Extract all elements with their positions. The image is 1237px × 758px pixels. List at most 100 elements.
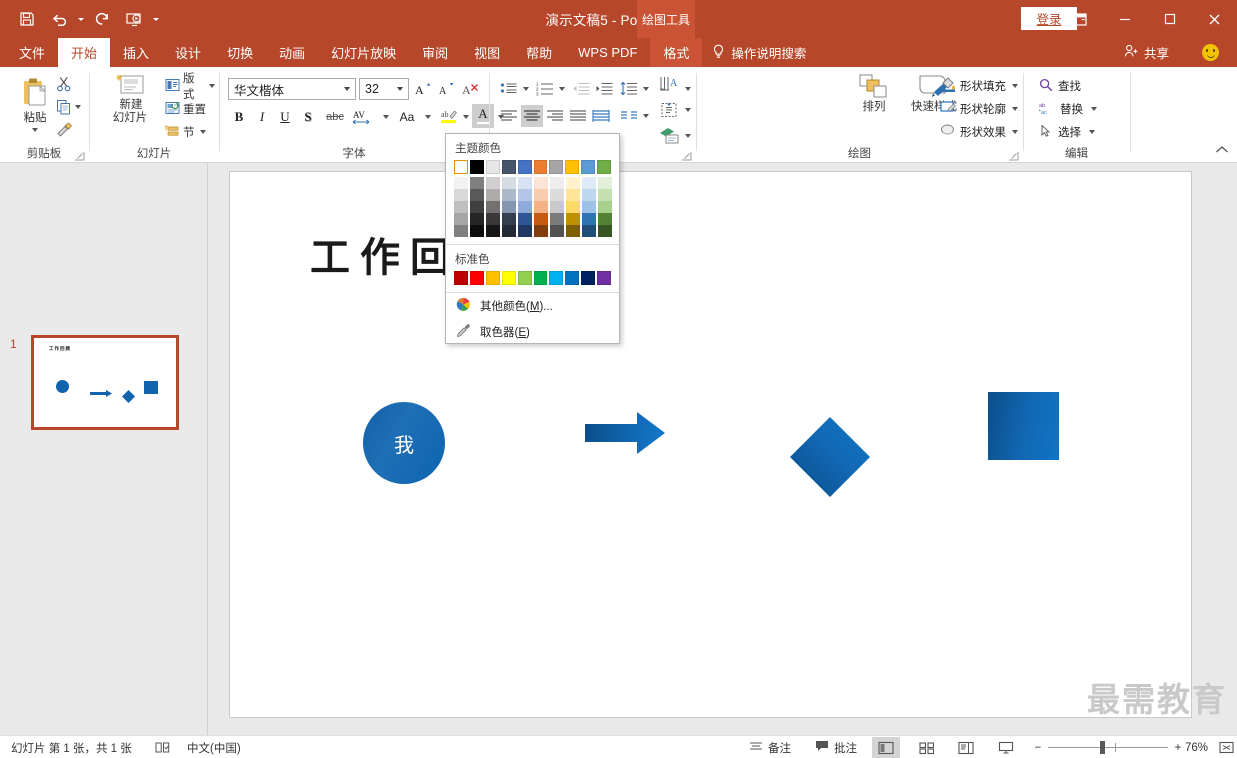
theme-color-variant-4-4[interactable] (518, 225, 532, 237)
theme-color-variant-5-0[interactable] (534, 177, 548, 189)
theme-color-variant-8-4[interactable] (582, 225, 596, 237)
tab-view[interactable]: 视图 (461, 38, 513, 67)
theme-color-variant-6-0[interactable] (550, 177, 564, 189)
tab-help[interactable]: 帮助 (513, 38, 565, 67)
theme-color-variant-3-2[interactable] (502, 201, 516, 213)
comments-button[interactable]: 批注 (808, 736, 864, 758)
cut-button[interactable] (52, 73, 76, 94)
columns-dropdown-icon[interactable] (640, 105, 651, 127)
close-button[interactable] (1192, 0, 1237, 38)
select-button[interactable]: 选择 (1036, 121, 1098, 143)
view-slideshow-button[interactable] (992, 737, 1020, 758)
increase-indent-button[interactable] (593, 78, 615, 100)
theme-color-variant-6-3[interactable] (550, 213, 564, 225)
theme-color-variant-7-1[interactable] (566, 189, 580, 201)
tab-animations[interactable]: 动画 (266, 38, 318, 67)
layout-button[interactable]: 版式 (162, 73, 218, 101)
theme-color-variant-8-0[interactable] (582, 177, 596, 189)
theme-color-variant-2-3[interactable] (486, 213, 500, 225)
undo-dropdown-icon[interactable] (76, 4, 85, 34)
theme-color-variant-5-4[interactable] (534, 225, 548, 237)
italic-button[interactable]: I (251, 106, 273, 128)
replace-dropdown-icon[interactable] (1091, 107, 1097, 111)
pane-splitter[interactable] (208, 163, 225, 735)
tab-file[interactable]: 文件 (6, 38, 58, 67)
text-highlight-color-button[interactable]: ab (438, 106, 460, 128)
theme-color-variant-2-0[interactable] (486, 177, 500, 189)
zoom-out-button[interactable]: − (1028, 742, 1048, 754)
theme-color-swatch-1[interactable] (469, 160, 484, 174)
shape-outline-dropdown-icon[interactable] (1012, 107, 1018, 111)
share-button[interactable]: 共享 (1116, 38, 1177, 67)
line-spacing-button[interactable] (618, 78, 640, 100)
underline-button[interactable]: U (274, 106, 296, 128)
shape-diamond[interactable] (790, 417, 870, 497)
save-icon[interactable] (12, 4, 42, 34)
replace-button[interactable]: ab ac 替换 (1036, 98, 1100, 120)
tab-home[interactable]: 开始 (58, 38, 111, 67)
section-button[interactable]: 节 (162, 121, 209, 143)
theme-color-variant-3-1[interactable] (502, 189, 516, 201)
shape-outline-button[interactable]: 形状轮廓 (937, 98, 1021, 120)
theme-color-variant-2-1[interactable] (486, 189, 500, 201)
clear-formatting-button[interactable]: A (460, 78, 482, 100)
drawing-dialog-launcher[interactable] (1008, 149, 1019, 161)
layout-dropdown-icon[interactable] (209, 84, 215, 88)
theme-color-variant-1-4[interactable] (470, 225, 484, 237)
theme-color-variant-5-1[interactable] (534, 189, 548, 201)
theme-color-variant-7-4[interactable] (566, 225, 580, 237)
bullets-dropdown-icon[interactable] (520, 78, 531, 100)
theme-color-variant-0-1[interactable] (454, 189, 468, 201)
theme-color-swatch-9[interactable] (597, 160, 612, 174)
theme-color-variant-4-2[interactable] (518, 201, 532, 213)
shape-effects-button[interactable]: 形状效果 (937, 121, 1021, 143)
theme-color-variant-0-3[interactable] (454, 213, 468, 225)
standard-color-swatch-1[interactable] (469, 271, 484, 285)
font-family-combobox[interactable]: 华文楷体 (228, 78, 356, 100)
theme-color-swatch-8[interactable] (581, 160, 596, 174)
tab-design[interactable]: 设计 (162, 38, 214, 67)
theme-color-variant-6-1[interactable] (550, 189, 564, 201)
shape-circle[interactable]: 我 (363, 402, 445, 484)
notes-button[interactable]: 备注 (742, 736, 798, 758)
feedback-smiley-icon[interactable] (1202, 44, 1219, 61)
language-label[interactable]: 中文(中国) (180, 736, 248, 758)
increase-font-size-button[interactable]: A (412, 78, 434, 100)
align-center-button[interactable] (521, 105, 543, 127)
redo-icon[interactable] (87, 4, 117, 34)
font-size-dropdown-icon[interactable] (397, 87, 403, 91)
start-slideshow-icon[interactable] (119, 4, 149, 34)
select-dropdown-icon[interactable] (1089, 130, 1095, 134)
change-case-button[interactable]: Aa (392, 106, 422, 128)
change-case-dropdown-icon[interactable] (422, 106, 433, 128)
numbering-dropdown-icon[interactable] (556, 78, 567, 100)
accessibility-check-icon[interactable] (148, 736, 177, 758)
new-slide-button[interactable]: 新建 幻灯片 (102, 73, 160, 125)
zoom-slider-handle[interactable] (1100, 741, 1105, 754)
standard-color-swatch-7[interactable] (565, 271, 580, 285)
standard-color-swatch-3[interactable] (501, 271, 516, 285)
distribute-button[interactable] (590, 105, 612, 127)
theme-color-variant-9-0[interactable] (598, 177, 612, 189)
align-right-button[interactable] (544, 105, 566, 127)
decrease-font-size-button[interactable]: A (435, 78, 457, 100)
view-reading-button[interactable] (952, 737, 980, 758)
theme-color-variant-5-2[interactable] (534, 201, 548, 213)
theme-color-variant-4-0[interactable] (518, 177, 532, 189)
theme-color-variant-6-4[interactable] (550, 225, 564, 237)
text-highlight-dropdown-icon[interactable] (460, 106, 471, 128)
theme-color-variant-8-2[interactable] (582, 201, 596, 213)
theme-color-variant-6-2[interactable] (550, 201, 564, 213)
shape-fill-dropdown-icon[interactable] (1012, 84, 1018, 88)
theme-color-swatch-2[interactable] (485, 160, 500, 174)
paragraph-dialog-launcher[interactable] (681, 149, 692, 161)
tab-transitions[interactable]: 切换 (214, 38, 266, 67)
strikethrough-button[interactable]: abc (320, 106, 350, 128)
text-direction-button[interactable]: A (658, 73, 682, 95)
convert-to-smartart-button[interactable] (658, 125, 682, 147)
tab-slideshow[interactable]: 幻灯片放映 (318, 38, 409, 67)
format-painter-button[interactable] (52, 119, 76, 140)
theme-color-variant-7-3[interactable] (566, 213, 580, 225)
text-direction-dropdown-icon[interactable] (682, 78, 693, 100)
theme-color-swatch-4[interactable] (517, 160, 532, 174)
